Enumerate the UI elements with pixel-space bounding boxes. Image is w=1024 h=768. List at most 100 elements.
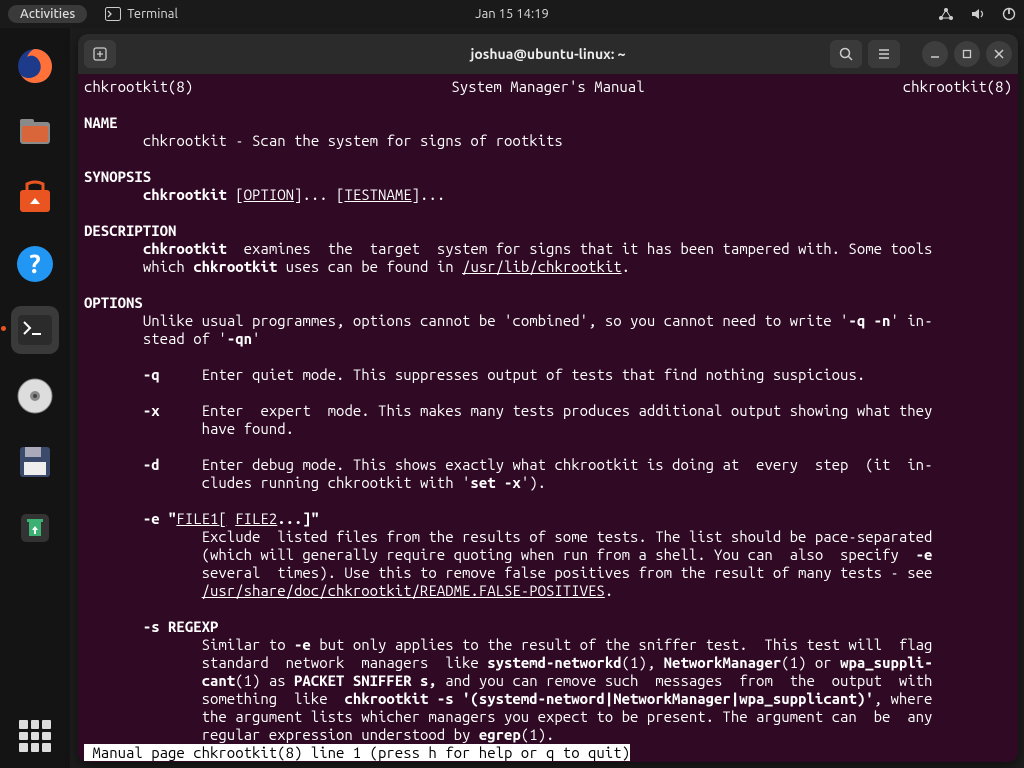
d-desc3: '). xyxy=(521,474,546,491)
search-icon xyxy=(838,46,854,62)
opt-intro3: stead of ' xyxy=(143,330,227,347)
opt-qn1: -q -n xyxy=(848,312,890,329)
name-line: chkrootkit - Scan the system for signs o… xyxy=(143,132,563,149)
desc-u1: /usr/lib/chkrootkit xyxy=(462,258,622,275)
clock[interactable]: Jan 15 14:19 xyxy=(475,7,549,21)
s-wp: wpa_suppli‐ xyxy=(840,654,933,671)
dock-terminal[interactable] xyxy=(11,306,59,354)
opt-intro2: ' in‐ xyxy=(890,312,933,329)
s-ps: PACKET SNIFFER s, xyxy=(294,672,437,689)
e-desc1: Exclude listed files from the results of… xyxy=(202,528,933,545)
volume-icon[interactable] xyxy=(970,7,986,21)
s-desc2b: (1), xyxy=(622,654,664,671)
d-setx: set -x xyxy=(470,474,520,491)
s-nm: NetworkManager xyxy=(664,654,782,671)
d-desc1: Enter debug mode. This shows exactly wha… xyxy=(202,456,933,473)
man-header-right: chkrootkit(8) xyxy=(903,78,1012,96)
section-name: NAME xyxy=(84,114,118,131)
q-desc: Enter quiet mode. This suppresses output… xyxy=(202,366,866,383)
e-file2: FILE2 xyxy=(235,510,277,527)
e-desc3: several times). Use this to remove false… xyxy=(202,564,933,581)
s-desc1a: Similar to xyxy=(202,636,294,653)
s-cmd: chkrootkit -s '(systemd-netword|NetworkM… xyxy=(344,690,873,707)
opt-intro1: Unlike usual programmes, options cannot … xyxy=(143,312,849,329)
network-icon[interactable] xyxy=(938,7,954,21)
d-desc2: cludes running chkrootkit with ' xyxy=(202,474,471,491)
flag-x: -x xyxy=(143,402,160,419)
new-tab-button[interactable] xyxy=(84,40,116,68)
titlebar: joshua@ubuntu-linux: ~ xyxy=(78,34,1018,74)
desc-t2: which xyxy=(143,258,193,275)
s-desc3a: (1) as xyxy=(235,672,294,689)
floppy-icon xyxy=(15,442,55,482)
firefox-icon xyxy=(15,46,55,86)
show-apps-button[interactable] xyxy=(19,720,51,752)
section-options: OPTIONS xyxy=(84,294,143,311)
s-desc6a: regular expression understood by xyxy=(202,726,479,743)
e-tail: ...]" xyxy=(277,510,319,527)
e-desc2: (which will generally require quoting wh… xyxy=(202,546,916,563)
files-icon xyxy=(15,112,55,152)
dock-software[interactable] xyxy=(11,174,59,222)
s-sn: systemd-networkd xyxy=(487,654,621,671)
menu-button[interactable] xyxy=(868,40,900,68)
flag-e: -e " xyxy=(143,510,177,527)
syn-option: OPTION xyxy=(244,186,294,203)
s-desc2c: (1) or xyxy=(781,654,840,671)
s-desc6b: (1). xyxy=(521,726,555,743)
software-icon xyxy=(15,178,55,218)
e-file1: FILE1[ xyxy=(176,510,226,527)
s-desc4b: , where xyxy=(874,690,933,707)
activities-button[interactable]: Activities xyxy=(8,5,87,23)
s-desc2a: standard network managers like xyxy=(202,654,488,671)
window-title: joshua@ubuntu-linux: ~ xyxy=(470,46,625,62)
dock-disc[interactable] xyxy=(11,372,59,420)
svg-text:?: ? xyxy=(29,249,40,278)
power-icon[interactable] xyxy=(1002,7,1016,21)
terminal-icon xyxy=(105,7,121,21)
section-description: DESCRIPTION xyxy=(84,222,176,239)
terminal-window: joshua@ubuntu-linux: ~ chkrootkit(8) Syst… xyxy=(78,34,1018,762)
dock-help[interactable]: ? xyxy=(11,240,59,288)
flag-s: -s REGEXP xyxy=(143,618,219,635)
dock-save[interactable] xyxy=(11,438,59,486)
opt-intro4: ' xyxy=(252,330,260,347)
hamburger-icon xyxy=(876,46,892,62)
maximize-button[interactable] xyxy=(954,41,980,67)
syn-cmd: chkrootkit xyxy=(143,186,227,203)
top-panel: Activities Terminal Jan 15 14:19 xyxy=(0,0,1024,28)
desc-b1: chkrootkit xyxy=(143,240,227,257)
s-desc3b: and you can remove such messages from th… xyxy=(437,672,933,689)
e-path: /usr/share/doc/chkrootkit/README.FALSE-P… xyxy=(202,582,605,599)
flag-q: -q xyxy=(143,366,160,383)
terminal-app-icon xyxy=(15,310,55,350)
dock-files[interactable] xyxy=(11,108,59,156)
help-icon: ? xyxy=(15,244,55,284)
minimize-icon xyxy=(929,48,941,60)
close-icon xyxy=(993,48,1005,60)
man-header-center: System Manager's Manual xyxy=(451,78,644,96)
s-desc5: the argument lists whicher managers you … xyxy=(202,708,933,725)
s-e: -e xyxy=(294,636,311,653)
man-page-content[interactable]: chkrootkit(8) System Manager's Manual chkr… xyxy=(78,74,1018,762)
flag-d: -d xyxy=(143,456,160,473)
maximize-icon xyxy=(961,48,973,60)
x-desc1: Enter expert mode. This makes many tests… xyxy=(202,402,933,419)
e-b: -e xyxy=(916,546,933,563)
dock: ? xyxy=(0,28,70,768)
minimize-button[interactable] xyxy=(922,41,948,67)
dock-firefox[interactable] xyxy=(11,42,59,90)
desc-t1: examines the target system for signs tha… xyxy=(227,240,933,257)
new-tab-icon xyxy=(92,46,108,62)
syn-testname: TESTNAME xyxy=(344,186,411,203)
topbar-active-app[interactable]: Terminal xyxy=(105,7,178,21)
dock-trash[interactable] xyxy=(11,504,59,552)
opt-qn2: -qn xyxy=(227,330,252,347)
search-button[interactable] xyxy=(830,40,862,68)
s-desc4a: something like xyxy=(202,690,345,707)
s-desc1b: but only applies to the result of the sn… xyxy=(311,636,933,653)
x-desc2: have found. xyxy=(202,420,294,437)
desc-b2: chkrootkit xyxy=(193,258,277,275)
close-button[interactable] xyxy=(986,41,1012,67)
man-header-left: chkrootkit(8) xyxy=(84,78,193,96)
